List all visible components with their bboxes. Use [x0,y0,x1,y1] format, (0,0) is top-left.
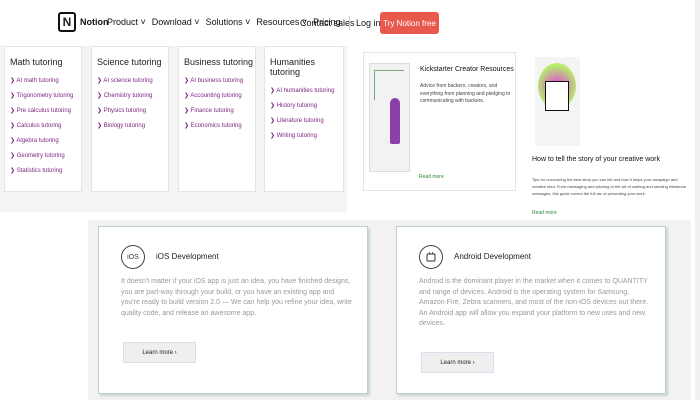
android-development-card: Android Development Android is the domin… [396,226,666,394]
card-illustration [535,57,580,146]
math-tutoring-column: Math tutoring AI math tutoring Trigonome… [4,46,82,192]
column-title: Business tutoring [184,57,254,67]
ios-icon: iOS [121,245,145,269]
menu-product[interactable]: Product ˅ [107,17,146,27]
card-description: Advice from backers, creators, and every… [420,83,511,104]
read-more-link[interactable]: Read more [419,174,444,180]
card-description: Android is the dominant player in the ma… [419,278,649,327]
kickstarter-resources-card[interactable]: Kickstarter Creator Resources Advice fro… [363,52,516,191]
try-notion-button[interactable]: Try Notion free [380,12,439,34]
contact-sales-link[interactable]: Contact sales [300,18,355,28]
menu-download[interactable]: Download ˅ [152,17,200,27]
nav-divider [349,16,350,30]
page-edge [695,0,700,400]
humanities-tutoring-column: Humanities tutoring AI humanities tutori… [264,46,344,192]
menu-link[interactable]: History tutoring [270,102,343,117]
ios-development-card: iOS iOS Development It doesn't matter if… [98,226,368,394]
card-title: Kickstarter Creator Resources [420,66,514,73]
column-title: Science tutoring [97,57,162,67]
login-link[interactable]: Log in [356,18,381,28]
menu-link[interactable]: Algebra tutoring [10,137,81,152]
menu-link[interactable]: Writing tutoring [270,132,343,147]
document-icon [545,81,569,111]
android-icon [419,245,443,269]
menu-solutions[interactable]: Solutions ˅ [206,17,251,27]
top-nav: N Notion Product ˅ Download ˅ Solutions … [0,0,700,46]
menu-link[interactable]: Physics tutoring [97,107,168,122]
menu-link[interactable]: Geometry tutoring [10,152,81,167]
column-title: Math tutoring [10,57,63,67]
card-description: It doesn't matter if your iOS app is jus… [121,278,352,317]
read-more-link[interactable]: Read more [532,210,557,216]
menu-link[interactable]: Biology tutoring [97,122,168,137]
menu-link[interactable]: Finance tutoring [184,107,255,122]
menu-link[interactable]: Trigonometry tutoring [10,92,81,107]
brand-name[interactable]: Notion [80,17,109,27]
menu-link[interactable]: AI science tutoring [97,77,168,92]
person-figure [390,98,400,144]
creative-story-card[interactable]: How to tell the story of your creative w… [527,45,695,219]
menu-link[interactable]: Economics tutoring [184,122,255,137]
menu-link[interactable]: Statistics tutoring [10,167,81,182]
menu-link[interactable]: Literature tutoring [270,117,343,132]
page: N Notion Product ˅ Download ˅ Solutions … [0,0,700,400]
card-description: Tips for uncovering the best story you c… [532,177,687,196]
menu-link[interactable]: Pre calculus tutoring [10,107,81,122]
whiteboard-drawing [374,70,404,100]
menu-link[interactable]: AI humanities tutoring [270,87,343,102]
card-title: How to tell the story of your creative w… [532,156,660,163]
business-tutoring-column: Business tutoring AI business tutoring A… [178,46,256,192]
menu-link[interactable]: AI math tutoring [10,77,81,92]
learn-more-button[interactable]: Learn more › [421,352,494,373]
menu-link[interactable]: Accounting tutoring [184,92,255,107]
learn-more-button[interactable]: Learn more › [123,342,196,363]
column-title: Humanities tutoring [270,57,316,77]
card-title: iOS Development [156,252,219,261]
science-tutoring-column: Science tutoring AI science tutoring Che… [91,46,169,192]
card-illustration [369,63,410,172]
menu-link[interactable]: AI business tutoring [184,77,255,92]
notion-logo-icon[interactable]: N [58,12,76,32]
menu-link[interactable]: Calculus tutoring [10,122,81,137]
menu-link[interactable]: Chemistry tutoring [97,92,168,107]
card-title: Android Development [454,252,531,261]
